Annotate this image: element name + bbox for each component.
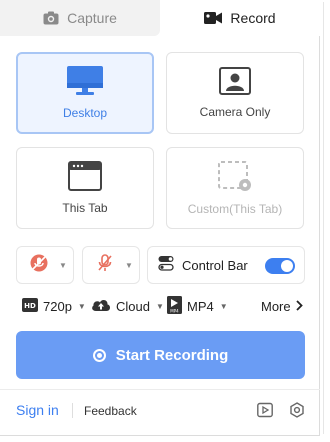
camera-portrait-icon xyxy=(219,67,251,95)
mode-desktop-label: Desktop xyxy=(62,106,108,120)
browser-tab-icon xyxy=(68,161,102,191)
tab-capture[interactable]: Capture xyxy=(0,0,160,36)
format-label: MP4 xyxy=(187,298,214,314)
cloud-upload-icon xyxy=(91,298,111,315)
microphone-dropdown[interactable]: ▼ xyxy=(16,246,74,284)
camera-icon xyxy=(43,11,59,25)
mode-this-tab-card[interactable]: This Tab xyxy=(16,147,154,229)
storage-label: Cloud xyxy=(116,298,150,314)
start-recording-button[interactable]: Start Recording xyxy=(16,331,305,379)
footer-separator xyxy=(72,403,73,418)
recorder-panel: Capture Record Desktop Camera Only This … xyxy=(0,0,320,436)
more-label: More xyxy=(261,298,291,314)
svg-text:MP4: MP4 xyxy=(170,308,179,313)
mode-camera-only-label: Camera Only xyxy=(199,105,271,119)
scrollbar-track xyxy=(323,2,327,434)
more-options-link[interactable]: More xyxy=(261,296,303,316)
region-select-icon xyxy=(217,160,253,192)
mode-camera-only-card[interactable]: Camera Only xyxy=(166,52,304,134)
footer-divider xyxy=(0,389,320,390)
toggle-knob xyxy=(281,260,293,272)
monitor-icon xyxy=(67,66,103,96)
chevron-down-icon: ▼ xyxy=(219,301,228,311)
mp4-file-icon: MP4 xyxy=(167,295,182,317)
chevron-down-icon: ▼ xyxy=(155,301,164,311)
mode-desktop-card[interactable]: Desktop xyxy=(16,52,154,134)
format-dropdown[interactable]: MP4 MP4 ▼ xyxy=(167,295,228,317)
toggle-settings-icon xyxy=(158,255,174,276)
chevron-down-icon: ▼ xyxy=(59,260,67,270)
settings-hex-icon[interactable] xyxy=(289,402,305,423)
mode-this-tab-label: This Tab xyxy=(62,201,108,215)
control-bar-label: Control Bar xyxy=(182,257,248,273)
play-library-icon[interactable] xyxy=(257,402,273,423)
resolution-dropdown[interactable]: HD 720p ▼ xyxy=(22,296,86,316)
svg-text:HD: HD xyxy=(24,302,36,310)
resolution-label: 720p xyxy=(43,298,72,314)
chevron-right-icon xyxy=(295,299,303,314)
tab-record[interactable]: Record xyxy=(160,0,320,36)
sign-in-link[interactable]: Sign in xyxy=(16,402,59,418)
record-icon xyxy=(92,348,106,362)
control-bar-setting: Control Bar xyxy=(147,246,305,284)
feedback-link[interactable]: Feedback xyxy=(84,404,137,418)
microphone-off-icon xyxy=(29,253,49,278)
mode-custom-card[interactable]: Custom(This Tab) xyxy=(166,147,304,229)
tab-record-label: Record xyxy=(230,10,276,26)
chevron-down-icon: ▼ xyxy=(77,301,86,311)
chevron-down-icon: ▼ xyxy=(125,260,133,270)
tab-capture-label: Capture xyxy=(67,10,117,26)
start-recording-label: Start Recording xyxy=(115,346,229,364)
audio-dropdown[interactable]: ▼ xyxy=(82,246,140,284)
hd-icon: HD xyxy=(22,297,38,315)
scrollbar[interactable] xyxy=(320,0,330,442)
storage-dropdown[interactable]: Cloud ▼ xyxy=(91,296,164,316)
mode-custom-label: Custom(This Tab) xyxy=(187,202,283,216)
video-camera-icon xyxy=(204,12,223,24)
control-bar-toggle[interactable] xyxy=(265,258,295,274)
mode-tabs: Capture Record xyxy=(0,0,320,36)
speaker-off-icon xyxy=(95,253,115,278)
